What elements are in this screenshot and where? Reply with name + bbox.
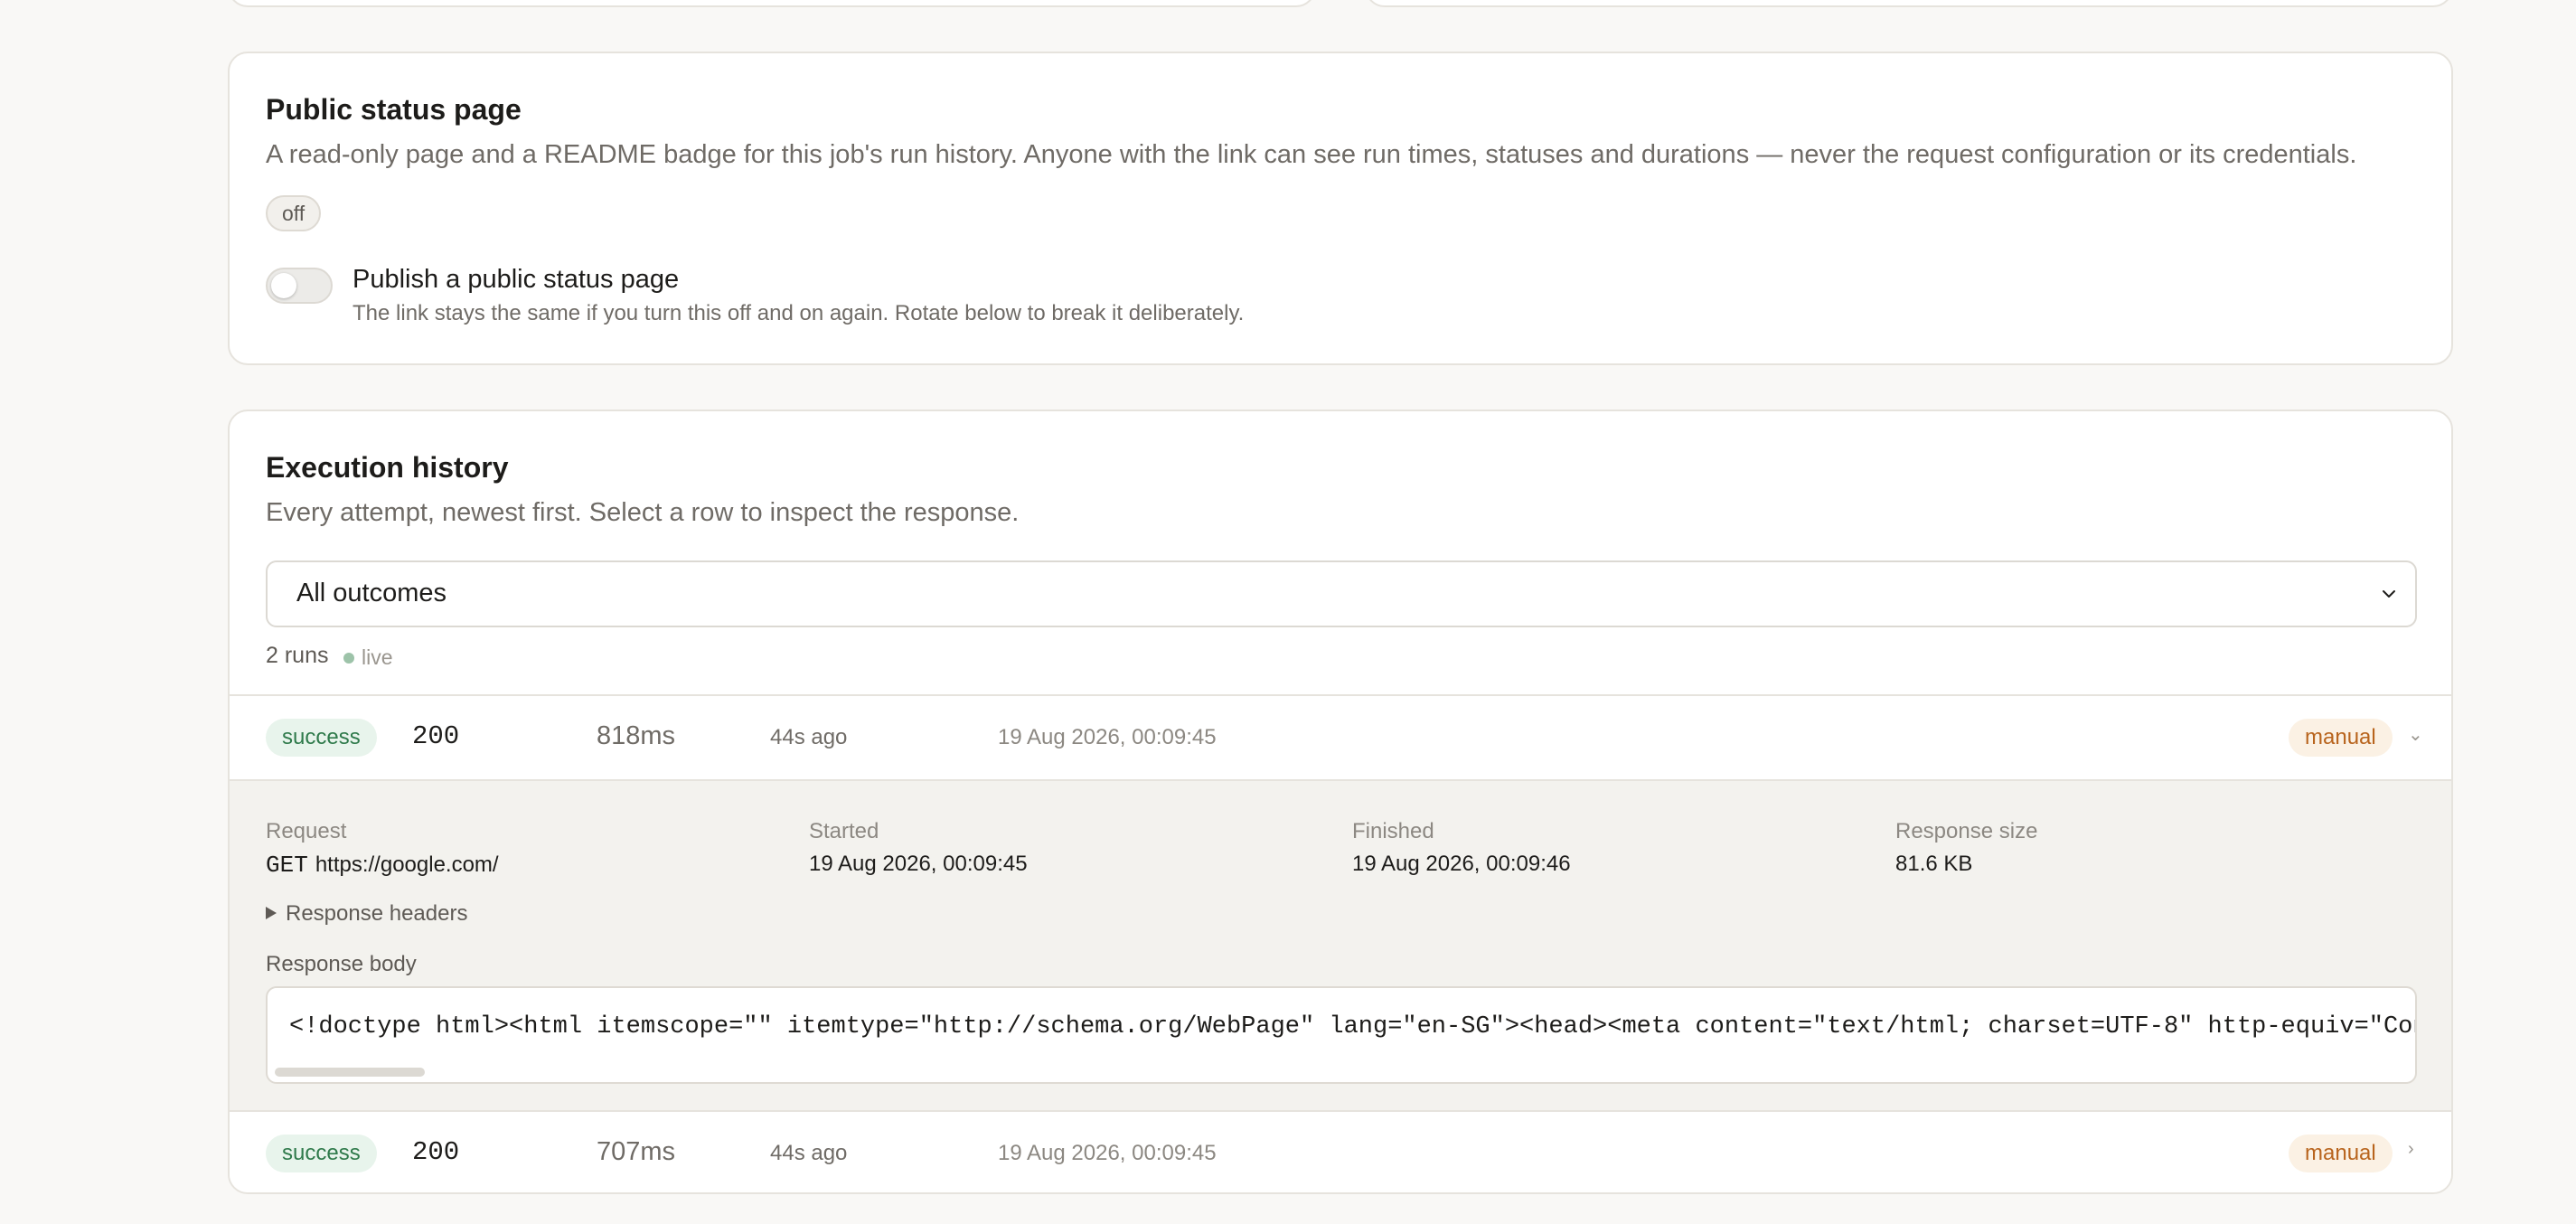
- collapse-caret-icon[interactable]: ⌄: [2408, 723, 2423, 746]
- outcome-filter-value: All outcomes: [296, 579, 447, 607]
- publish-toggle-label: Publish a public status page: [353, 265, 680, 294]
- public-status-page-card: Public status page A read-only page and …: [228, 52, 2453, 365]
- run-relative-time: 44s ago: [770, 725, 848, 749]
- started-value: 19 Aug 2026, 00:09:45: [809, 852, 1028, 876]
- live-indicator-dot: [343, 653, 354, 664]
- run-row[interactable]: success 200 818ms 44s ago 19 Aug 2026, 0…: [230, 694, 2451, 779]
- chevron-down-icon: [2383, 590, 2395, 598]
- status-page-description: A read-only page and a README badge for …: [266, 140, 2357, 169]
- expand-caret-icon[interactable]: ›: [2408, 1139, 2414, 1160]
- run-duration: 818ms: [597, 721, 676, 750]
- trigger-badge: manual: [2289, 1135, 2393, 1172]
- status-badge: success: [266, 719, 377, 757]
- response-body-text: <!doctype html><html itemscope="" itemty…: [289, 1013, 2417, 1040]
- status-page-state-badge: off: [266, 195, 322, 231]
- run-row[interactable]: success 200 707ms 44s ago 19 Aug 2026, 0…: [230, 1110, 2451, 1192]
- runs-count: 2 runs: [266, 643, 329, 668]
- toggle-knob: [271, 273, 296, 298]
- run-timestamp: 19 Aug 2026, 00:09:45: [998, 725, 1217, 749]
- disclosure-triangle-icon: [266, 906, 277, 919]
- started-label: Started: [809, 819, 879, 843]
- run-timestamp: 19 Aug 2026, 00:09:45: [998, 1141, 1217, 1165]
- run-relative-time: 44s ago: [770, 1141, 848, 1165]
- finished-label: Finished: [1352, 819, 1434, 843]
- response-size-value: 81.6 KB: [1895, 852, 1973, 876]
- response-body-label: Response body: [266, 952, 417, 976]
- status-page-title: Public status page: [266, 93, 522, 126]
- request-url: https://google.com/: [315, 852, 499, 877]
- response-size-label: Response size: [1895, 819, 2038, 843]
- publish-toggle-hint: The link stays the same if you turn this…: [353, 301, 1245, 325]
- live-label: live: [362, 645, 393, 669]
- publish-status-page-toggle[interactable]: [266, 268, 333, 304]
- previous-card-left: [228, 0, 1316, 7]
- horizontal-scrollbar[interactable]: [275, 1068, 425, 1077]
- execution-history-card: Execution history Every attempt, newest …: [228, 410, 2453, 1194]
- finished-value: 19 Aug 2026, 00:09:46: [1352, 852, 1571, 876]
- status-badge: success: [266, 1135, 377, 1172]
- execution-history-description: Every attempt, newest first. Select a ro…: [266, 498, 1020, 527]
- outcome-filter-select[interactable]: All outcomes: [266, 560, 2417, 627]
- response-headers-toggle[interactable]: Response headers: [266, 901, 467, 927]
- request-method: GET: [266, 852, 308, 879]
- http-status-code: 200: [412, 721, 460, 751]
- run-duration: 707ms: [597, 1137, 676, 1166]
- trigger-badge: manual: [2289, 719, 2393, 757]
- request-value: GET https://google.com/: [266, 852, 499, 879]
- request-label: Request: [266, 819, 347, 843]
- response-headers-label: Response headers: [286, 901, 468, 926]
- previous-card-right: [1365, 0, 2453, 7]
- http-status-code: 200: [412, 1137, 460, 1167]
- execution-history-title: Execution history: [266, 451, 509, 484]
- response-body-viewer[interactable]: <!doctype html><html itemscope="" itemty…: [266, 986, 2417, 1084]
- run-detail-panel: Request GET https://google.com/ Started 1…: [230, 779, 2451, 1110]
